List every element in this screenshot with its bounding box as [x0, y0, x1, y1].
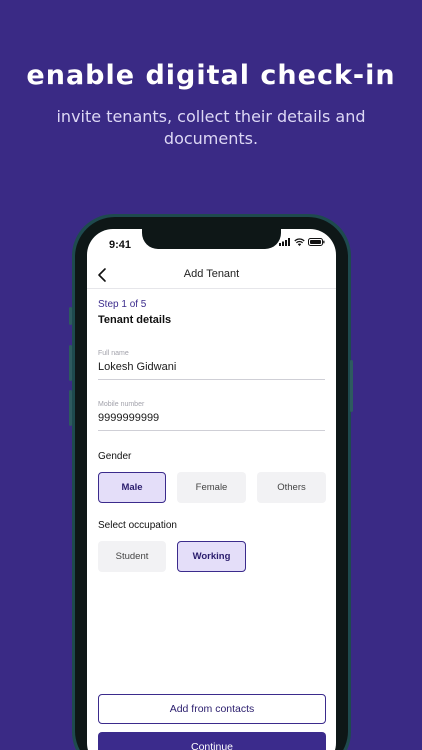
gender-option-male[interactable]: Male [98, 472, 166, 503]
phone-side-button-mute [69, 307, 72, 325]
phone-side-button-volume-up [69, 345, 72, 381]
continue-button[interactable]: Continue [98, 732, 326, 750]
occupation-option-working[interactable]: Working [177, 541, 246, 572]
full-name-field[interactable]: Full name Lokesh Gidwani [98, 350, 325, 380]
promo-headline: enable digital check-in [26, 60, 396, 91]
battery-icon [308, 238, 325, 246]
phone-side-button-power [350, 360, 353, 412]
occupation-label: Select occupation [98, 520, 177, 531]
gender-option-others[interactable]: Others [257, 472, 326, 503]
section-title: Tenant details [98, 314, 172, 326]
mobile-number-label: Mobile number [98, 401, 145, 408]
full-name-value[interactable]: Lokesh Gidwani [98, 361, 325, 379]
phone-notch [142, 229, 281, 249]
status-time: 9:41 [109, 239, 132, 251]
nav-bar: Add Tenant [87, 265, 336, 289]
gender-option-female[interactable]: Female [177, 472, 246, 503]
full-name-label: Full name [98, 350, 129, 357]
mobile-number-value[interactable]: 9999999999 [98, 412, 325, 430]
occupation-option-student[interactable]: Student [98, 541, 166, 572]
mobile-number-field[interactable]: Mobile number 9999999999 [98, 401, 325, 431]
signal-icon [279, 238, 290, 246]
phone-screen: 9:41 Add Tenant Step 1 of 5 Tenant detai… [87, 229, 336, 750]
add-from-contacts-button[interactable]: Add from contacts [98, 694, 326, 724]
step-indicator: Step 1 of 5 [98, 299, 147, 310]
promo-subline: invite tenants, collect their details an… [56, 107, 366, 148]
phone-side-button-volume-down [69, 390, 72, 426]
wifi-icon [294, 238, 305, 246]
page-title: Add Tenant [183, 268, 240, 280]
gender-label: Gender [98, 451, 132, 462]
status-icons [279, 238, 325, 246]
